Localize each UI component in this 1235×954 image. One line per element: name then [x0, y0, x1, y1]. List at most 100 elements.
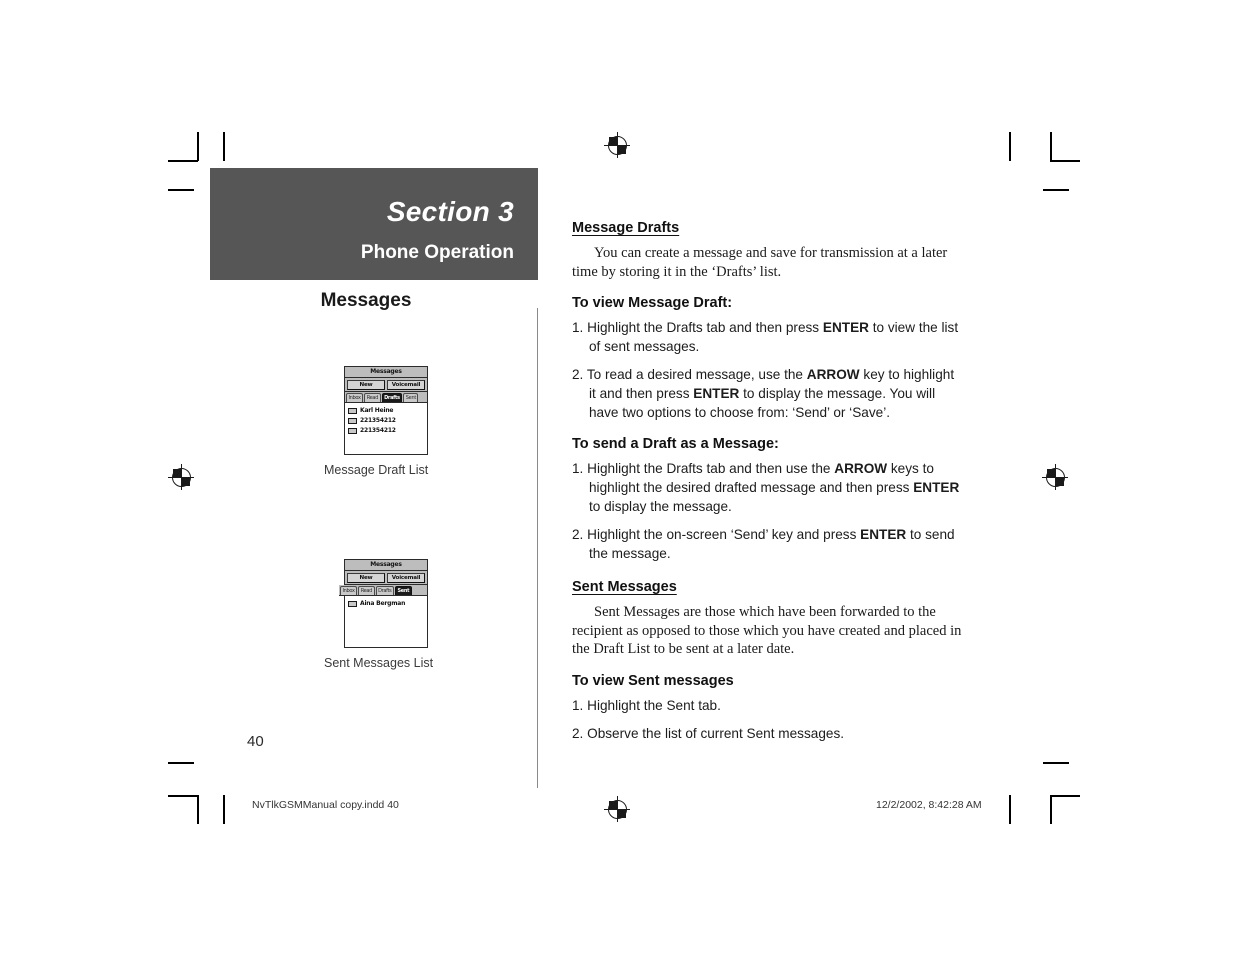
- phone-button-new[interactable]: New: [347, 572, 385, 583]
- step-number: 1.: [572, 461, 588, 476]
- crop-mark-br-v2: [1050, 795, 1052, 824]
- step-text: to display the message.: [589, 499, 732, 514]
- section-subtitle: Phone Operation: [360, 242, 514, 263]
- body-paragraph: Sent Messages are those which have been …: [572, 604, 962, 657]
- footer-file-name: NvTlkGSMManual copy.indd 40: [252, 799, 399, 811]
- key-name: ENTER: [913, 480, 960, 495]
- list-item[interactable]: Karl Heine: [348, 406, 425, 416]
- phone-tab-inbox[interactable]: Inbox: [346, 393, 364, 402]
- figure-caption: Sent Messages List: [324, 656, 434, 670]
- crop-mark-tl-h2: [168, 189, 194, 191]
- step-text: Highlight the on-screen ‘Send’ key and p…: [587, 527, 861, 542]
- column-divider: [537, 308, 538, 788]
- envelope-icon: [348, 418, 357, 424]
- section-header-block: Section 3 Phone Operation: [210, 168, 538, 280]
- phone-tab-row: Inbox Read Drafts Sent: [339, 585, 427, 596]
- phone-tab-inbox[interactable]: Inbox: [340, 586, 358, 595]
- step-text: To read a desired message, use the: [586, 367, 807, 382]
- crop-mark-br-v: [1009, 795, 1011, 824]
- envelope-icon: [348, 408, 357, 414]
- phone-tab-row: Inbox Read Drafts Sent: [345, 392, 427, 403]
- section-title: Section 3: [386, 196, 514, 227]
- step-text: Highlight the Drafts tab and then press: [587, 320, 823, 335]
- phone-screen-sent: Messages New Voicemail Inbox Read Drafts…: [339, 559, 428, 648]
- procedure-step: 2. Observe the list of current Sent mess…: [572, 724, 964, 743]
- envelope-icon: [348, 601, 357, 607]
- page-title: Messages: [320, 290, 412, 311]
- section-heading: Sent Messages: [572, 579, 677, 595]
- registration-mark-top: [604, 132, 630, 158]
- procedure-step: 2. Highlight the on-screen ‘Send’ key an…: [572, 525, 964, 563]
- procedure-step: 1. Highlight the Sent tab.: [572, 696, 964, 715]
- crop-mark-bl-v2: [197, 795, 199, 824]
- crop-mark-tr-h2: [1043, 189, 1069, 191]
- crop-mark-tl-v: [223, 132, 225, 161]
- registration-mark-bottom: [604, 796, 630, 822]
- key-name: ENTER: [822, 320, 869, 335]
- procedure-step: 1. Highlight the Drafts tab and then use…: [572, 459, 964, 516]
- phone-tab-drafts[interactable]: Drafts: [375, 586, 394, 595]
- step-number: 2.: [572, 527, 588, 542]
- left-column: Messages: [210, 290, 538, 312]
- phone-tab-read[interactable]: Read: [358, 586, 375, 595]
- procedure-heading: To send a Draft as a Message:: [572, 436, 779, 452]
- key-name: ARROW: [806, 367, 860, 382]
- phone-tab-sent[interactable]: Sent: [394, 586, 412, 595]
- crop-mark-br-h2: [1043, 762, 1069, 764]
- procedure-heading: To view Message Draft:: [572, 295, 733, 311]
- step-number: 2.: [572, 367, 587, 382]
- step-number: 1.: [572, 320, 588, 335]
- list-item[interactable]: 221354212: [348, 416, 425, 426]
- crop-mark-tr-v2: [1050, 132, 1052, 161]
- registration-mark-left: [168, 464, 194, 490]
- phone-screen-drafts: Messages New Voicemail Inbox Read Drafts…: [344, 366, 428, 455]
- crop-mark-tl-h: [168, 160, 198, 162]
- phone-tab-sent[interactable]: Sent: [403, 393, 419, 402]
- crop-mark-tr-h: [1050, 160, 1080, 162]
- footer-timestamp: 12/2/2002, 8:42:28 AM: [876, 799, 982, 811]
- phone-screen-title: Messages: [345, 560, 427, 571]
- key-name: ENTER: [693, 386, 740, 401]
- phone-softkey-row: New Voicemail: [345, 571, 427, 585]
- phone-button-voicemail[interactable]: Voicemail: [387, 379, 425, 390]
- phone-button-new[interactable]: New: [347, 379, 385, 390]
- right-column: Message Drafts You can create a message a…: [572, 220, 964, 752]
- step-number: 2.: [572, 725, 588, 741]
- phone-tab-read[interactable]: Read: [364, 393, 381, 402]
- list-item-label: 221354212: [360, 417, 396, 424]
- figure-message-draft-list: Messages New Voicemail Inbox Read Drafts…: [324, 366, 428, 477]
- key-name: ARROW: [834, 461, 888, 476]
- body-paragraph: You can create a message and save for tr…: [572, 245, 948, 280]
- document-page: Section 3 Phone Operation Messages Messa…: [0, 0, 1235, 954]
- crop-mark-bl-v: [223, 795, 225, 824]
- list-item[interactable]: 221354212: [348, 426, 425, 436]
- registration-mark-right: [1042, 464, 1068, 490]
- crop-mark-tl-v2: [197, 132, 199, 161]
- list-item-label: 221354212: [360, 427, 396, 434]
- list-item-label: Aina Bergman: [360, 600, 406, 607]
- phone-tab-drafts[interactable]: Drafts: [381, 393, 403, 402]
- procedure-step: 2. To read a desired message, use the AR…: [572, 365, 964, 422]
- list-item-label: Karl Heine: [360, 407, 394, 414]
- envelope-icon: [348, 428, 357, 434]
- phone-message-list: Karl Heine 221354212 221354212: [345, 403, 427, 454]
- section-heading: Message Drafts: [572, 220, 680, 236]
- crop-mark-tr-v: [1009, 132, 1011, 161]
- step-text: Highlight the Drafts tab and then use th…: [587, 461, 835, 476]
- procedure-heading: To view Sent messages: [572, 672, 734, 689]
- crop-mark-bl-h: [168, 795, 198, 797]
- key-name: ENTER: [860, 527, 907, 542]
- phone-button-voicemail[interactable]: Voicemail: [387, 572, 425, 583]
- crop-mark-bl-h2: [168, 762, 194, 764]
- figure-sent-messages-list: Messages New Voicemail Inbox Read Drafts…: [324, 559, 433, 670]
- step-text: Observe the list of current Sent message…: [587, 725, 845, 741]
- page-number: 40: [247, 733, 264, 750]
- step-number: 1.: [572, 697, 588, 713]
- figure-caption: Message Draft List: [324, 463, 429, 477]
- crop-mark-br-h: [1050, 795, 1080, 797]
- list-item[interactable]: Aina Bergman: [348, 599, 425, 609]
- phone-message-list: Aina Bergman: [345, 596, 427, 647]
- step-text: Highlight the Sent tab.: [587, 697, 721, 713]
- phone-screen-title: Messages: [345, 367, 427, 378]
- procedure-step: 1. Highlight the Drafts tab and then pre…: [572, 318, 964, 356]
